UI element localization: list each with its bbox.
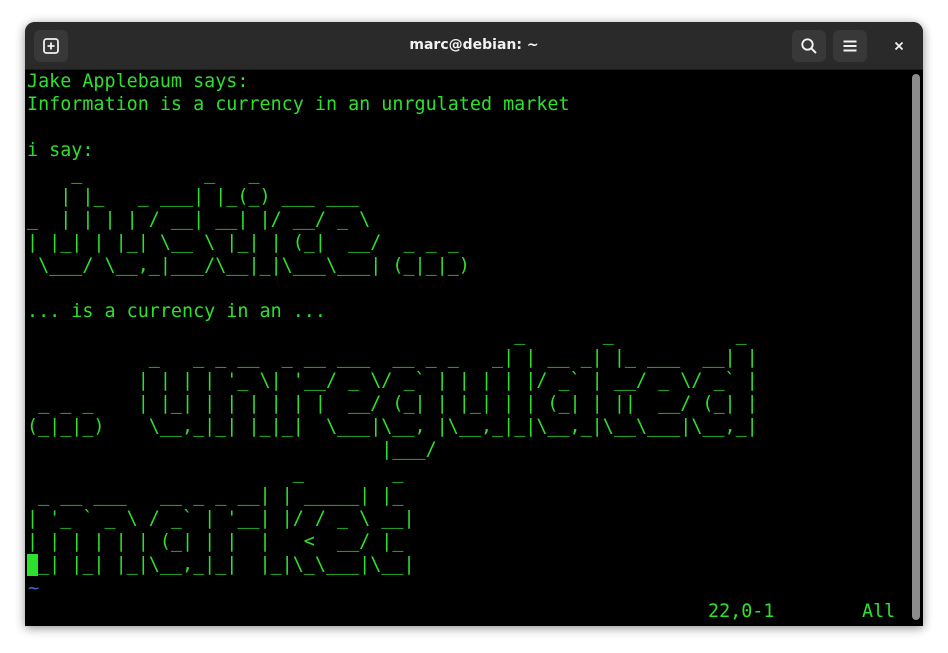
text-cursor [27,554,38,576]
scroll-position: All [862,601,896,622]
title-bar: marc@debian: ~ [25,22,923,70]
ascii-art-line: _ _ _ __ _ __ ___ __ _ _ _| | __ _| |_ _… [27,347,758,368]
ascii-art-line: _ _ _ | |_| | | | | | | __/ (_| | |_| | … [27,393,758,414]
terminal-line: Information is a currency in an unrgulat… [27,94,570,115]
close-button[interactable] [882,30,916,62]
window-title: marc@debian: ~ [409,37,539,53]
ascii-art-line: |_| |_| |_|\__,_|_| |_|\_\___|\__| [27,554,415,575]
search-icon [801,38,817,54]
empty-line-marker: ~ [28,578,40,599]
ascii-art-line: | | | | '_ \| '__/ _ \/ _` | | | | |/ _`… [27,370,758,391]
ascii-art-line: (_|_|_) \__,_|_| |_|_| \___|\__, |\__,_|… [27,416,758,437]
terminal-window: marc@debian: ~ Jake Applebaum says: Info… [25,22,923,626]
ascii-art-line: | | | | | | (_| | | | < __/ |_ [27,531,404,552]
terminal-line: ... is a currency in an ... [27,301,326,322]
ascii-art-line: |___/ [27,439,437,460]
terminal-output[interactable]: Jake Applebaum says: Information is a cu… [25,70,909,626]
search-button[interactable] [792,30,826,62]
new-tab-button[interactable] [34,30,68,62]
ascii-art-line: _ __ ___ __ _ _ __| | _____| |_ [27,485,404,506]
ascii-art-line: | |_| | |_| \__ \ |_| | (_| __/ _ _ _ [27,232,459,253]
close-icon [894,41,904,51]
scrollbar-thumb[interactable] [912,74,920,620]
ascii-art-line: _ _ _ [27,163,260,184]
ascii-art-line: _ _ [27,462,404,483]
ascii-art-line: | |_ _ ___| |_(_) ___ ___ [27,186,360,207]
ascii-art-line: _ _ _ [27,324,747,345]
ascii-art-line: | '_ ` _ \ / _` | '__| |/ / _ \ __| [27,508,415,529]
terminal-line: Jake Applebaum says: [27,71,249,92]
scrollbar[interactable] [909,70,923,626]
cursor-position: 22,0-1 [708,601,775,622]
hamburger-menu-icon [843,40,857,52]
new-tab-icon [43,38,59,54]
ascii-art-line: \___/ \__,_|___/\__|_|\___\___| (_|_|_) [27,255,470,276]
ascii-art-line: _ | | | | / __| __| |/ __/ _ \ [27,209,371,230]
terminal-line: i say: [27,140,94,161]
menu-button[interactable] [833,30,867,62]
